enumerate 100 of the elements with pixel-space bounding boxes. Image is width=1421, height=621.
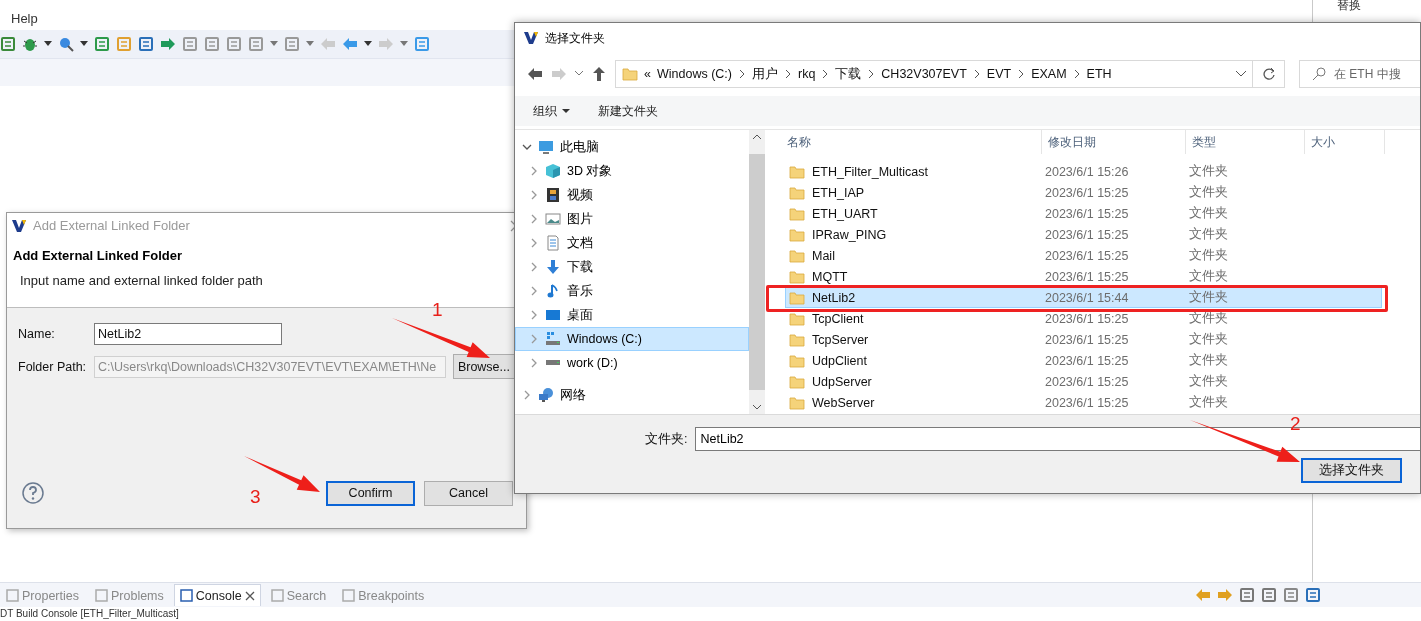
breadcrumb-item[interactable]: 下载 [835,65,862,83]
file-name: Mail [811,248,835,263]
collapsed-chevron-icon[interactable] [529,262,539,272]
breadcrumb-item[interactable]: 用户 [751,65,778,83]
select-folder-button[interactable]: 选择文件夹 [1301,458,1402,483]
browse-button[interactable]: Browse... [452,354,515,379]
dialog-description: Input name and external linked folder path [20,273,264,288]
forward-arrow-icon[interactable] [551,66,567,82]
list-icon[interactable] [1261,587,1277,603]
breadcrumb-item[interactable]: Windows (C:) [656,67,732,81]
file-row[interactable]: WebServer 2023/6/1 15:25 文件夹 [785,392,1382,413]
collapsed-chevron-icon[interactable] [529,334,539,344]
caret-icon[interactable] [44,41,52,47]
drive-icon [545,331,561,347]
collapsed-chevron-icon[interactable] [529,214,539,224]
file-row[interactable]: ETH_Filter_Multicast 2023/6/1 15:26 文件夹 [785,161,1382,182]
file-row[interactable]: ETH_UART 2023/6/1 15:25 文件夹 [785,203,1382,224]
refresh-icon [1261,67,1276,81]
dialog-button[interactable]: Cancel [424,480,513,506]
list-icon[interactable] [284,36,300,52]
breadcrumb-item[interactable]: ETH [1086,67,1112,81]
collapsed-chevron-icon[interactable] [529,310,539,320]
file-row[interactable]: IPRaw_PING 2023/6/1 15:25 文件夹 [785,224,1382,245]
logo-icon [11,217,27,234]
collapsed-chevron-icon[interactable] [529,166,539,176]
tree-item[interactable]: 3D 对象 [515,159,749,183]
logo-icon [523,30,539,46]
arrow-icon[interactable] [160,36,176,52]
breadcrumb-item[interactable]: rkq [797,67,816,81]
file-date: 2023/6/1 15:25 [1044,353,1130,368]
tree-item[interactable]: 桌面 [515,303,749,327]
toolbar-button[interactable]: 新建文件夹 [598,102,658,120]
film-icon [545,187,561,203]
expanded-chevron-icon[interactable] [522,142,532,152]
tree-item[interactable]: 音乐 [515,279,749,303]
file-row[interactable]: UdpServer 2023/6/1 15:25 文件夹 [785,371,1382,392]
file-row[interactable]: UdpClient 2023/6/1 15:25 文件夹 [785,350,1382,371]
menu-item[interactable]: Help [11,11,38,26]
file-date: 2023/6/1 15:25 [1044,332,1130,347]
file-row[interactable]: NetLib2 2023/6/1 15:44 文件夹 [785,287,1382,308]
file-row[interactable]: TcpServer 2023/6/1 15:25 文件夹 [785,329,1382,350]
column-header[interactable]: 名称 [765,130,1042,154]
dialog-button[interactable]: Confirm [326,480,415,506]
window-icon[interactable] [1305,587,1321,603]
help-icon[interactable] [22,482,44,504]
collapsed-chevron-icon[interactable] [529,238,539,248]
chevron-icon [821,69,830,79]
collapsed-chevron-icon[interactable] [529,190,539,200]
list-icon[interactable] [1239,587,1255,603]
bug-icon[interactable] [22,36,38,52]
list-icon[interactable] [1283,587,1299,603]
collapsed-chevron-icon[interactable] [529,286,539,296]
tab-icon [95,589,108,602]
file-type: 文件夹 [1188,331,1229,348]
tree-item[interactable]: 下载 [515,255,749,279]
refresh-button[interactable] [1253,60,1285,88]
panel-item[interactable]: 替换 [1337,0,1361,12]
caret-icon[interactable] [80,41,88,47]
toolbar-button[interactable]: 组织 [533,102,570,120]
up-arrow-icon[interactable] [591,66,607,82]
breadcrumb-item[interactable]: CH32V307EVT [881,67,967,81]
tree-item[interactable]: Windows (C:) [515,327,749,351]
tree-item[interactable]: 网络 [515,383,749,407]
column-header[interactable]: 类型 [1186,130,1305,154]
search-icon[interactable] [58,36,74,52]
search-field[interactable]: 在 ETH 中搜 [1299,60,1420,88]
tree-item[interactable]: 图片 [515,207,749,231]
window-icon[interactable] [0,36,16,52]
folder-icon [789,184,805,201]
file-name: ETH_Filter_Multicast [811,164,928,179]
forward-arrow-icon[interactable] [1217,587,1233,603]
breadcrumb-item[interactable]: EXAM [1031,67,1067,81]
collapsed-chevron-icon[interactable] [522,390,532,400]
back-arrow-icon[interactable] [527,66,543,82]
collapsed-chevron-icon[interactable] [529,358,539,368]
tree-item[interactable]: 此电脑 [515,135,749,159]
tree-item[interactable]: 视频 [515,183,749,207]
caret-icon [562,108,570,114]
file-row[interactable]: TcpClient 2023/6/1 15:25 文件夹 [785,308,1382,329]
file-row[interactable]: MQTT 2023/6/1 15:25 文件夹 [785,266,1382,287]
tree-item[interactable]: work (D:) [515,351,749,375]
chevron-icon [867,69,876,79]
chevron-icon [972,69,981,79]
column-header[interactable]: 大小 [1305,130,1385,154]
scrollbar[interactable] [749,130,765,414]
caret-icon[interactable] [1236,71,1246,77]
caret-icon[interactable] [364,41,372,47]
view-tab[interactable]: Console [173,584,261,606]
close-icon[interactable] [244,590,255,601]
name-field[interactable]: NetLib2 [94,323,282,345]
dialog-heading: Add External Linked Folder [13,248,184,263]
file-name: WebServer [811,395,875,410]
list-icon[interactable] [248,36,264,52]
file-row[interactable]: Mail 2023/6/1 15:25 文件夹 [785,245,1382,266]
tree-item[interactable]: 文档 [515,231,749,255]
file-row[interactable]: ETH_IAP 2023/6/1 15:25 文件夹 [785,182,1382,203]
address-bar[interactable]: « Windows (C:) 用户 rkq 下载 CH32V307EVT EVT EXAM ETH [615,60,1253,88]
breadcrumb-item[interactable]: EVT [986,67,1012,81]
breadcrumb-prefix[interactable]: « [644,67,651,81]
column-header[interactable]: 修改日期 [1042,130,1186,154]
